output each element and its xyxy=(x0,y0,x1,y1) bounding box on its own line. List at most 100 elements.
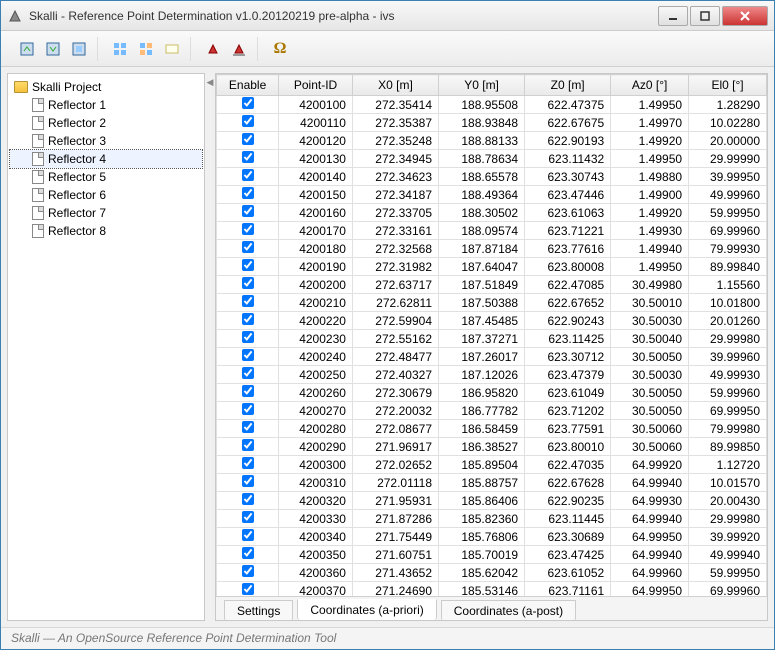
table-row[interactable]: 4200340271.75449185.76806623.3068964.999… xyxy=(217,528,767,546)
enable-checkbox[interactable] xyxy=(242,583,254,595)
table-row[interactable]: 4200220272.59904187.45485622.9024330.500… xyxy=(217,312,767,330)
enable-checkbox[interactable] xyxy=(242,529,254,541)
table-row[interactable]: 4200170272.33161188.09574623.712211.4993… xyxy=(217,222,767,240)
table-row[interactable]: 4200290271.96917186.38527623.8001030.500… xyxy=(217,438,767,456)
enable-checkbox[interactable] xyxy=(242,331,254,343)
table-row[interactable]: 4200130272.34945188.78634623.114321.4995… xyxy=(217,150,767,168)
enable-checkbox[interactable] xyxy=(242,133,254,145)
enable-checkbox[interactable] xyxy=(242,241,254,253)
toolbar-btn-2[interactable] xyxy=(41,37,65,61)
close-button[interactable] xyxy=(722,6,768,26)
omega-button[interactable]: Ω xyxy=(268,37,292,61)
tree-item-reflector[interactable]: Reflector 8 xyxy=(10,222,202,240)
column-header[interactable]: El0 [°] xyxy=(689,75,767,96)
table-row[interactable]: 4200160272.33705188.30502623.610631.4992… xyxy=(217,204,767,222)
table-row[interactable]: 4200190272.31982187.64047623.800081.4995… xyxy=(217,258,767,276)
cell-x: 272.63717 xyxy=(352,276,438,294)
enable-checkbox[interactable] xyxy=(242,439,254,451)
tab[interactable]: Settings xyxy=(224,600,293,621)
toolbar-btn-8[interactable] xyxy=(227,37,251,61)
enable-checkbox[interactable] xyxy=(242,223,254,235)
column-header[interactable]: Y0 [m] xyxy=(439,75,525,96)
column-header[interactable]: Enable xyxy=(217,75,279,96)
table-row[interactable]: 4200250272.40327187.12026623.4737930.500… xyxy=(217,366,767,384)
column-header[interactable]: X0 [m] xyxy=(352,75,438,96)
tree-item-reflector[interactable]: Reflector 2 xyxy=(10,114,202,132)
enable-checkbox[interactable] xyxy=(242,367,254,379)
column-header[interactable]: Az0 [°] xyxy=(611,75,689,96)
table-row[interactable]: 4200300272.02652185.89504622.4703564.999… xyxy=(217,456,767,474)
enable-checkbox[interactable] xyxy=(242,97,254,109)
table-row[interactable]: 4200350271.60751185.70019623.4742564.999… xyxy=(217,546,767,564)
enable-checkbox[interactable] xyxy=(242,115,254,127)
enable-checkbox[interactable] xyxy=(242,277,254,289)
table-row[interactable]: 4200330271.87286185.82360623.1144564.999… xyxy=(217,510,767,528)
table-row[interactable]: 4200310272.01118185.88757622.6762864.999… xyxy=(217,474,767,492)
table-row[interactable]: 4200110272.35387188.93848622.676751.4997… xyxy=(217,114,767,132)
tree-root[interactable]: Skalli Project xyxy=(10,78,202,96)
enable-checkbox[interactable] xyxy=(242,295,254,307)
enable-checkbox[interactable] xyxy=(242,547,254,559)
enable-checkbox[interactable] xyxy=(242,457,254,469)
enable-checkbox[interactable] xyxy=(242,151,254,163)
table-row[interactable]: 4200360271.43652185.62042623.6105264.999… xyxy=(217,564,767,582)
enable-checkbox[interactable] xyxy=(242,169,254,181)
enable-checkbox[interactable] xyxy=(242,511,254,523)
cell-id: 4200190 xyxy=(279,258,353,276)
table-scroll[interactable]: EnablePoint-IDX0 [m]Y0 [m]Z0 [m]Az0 [°]E… xyxy=(216,74,767,596)
maximize-button[interactable] xyxy=(690,6,720,26)
enable-checkbox[interactable] xyxy=(242,493,254,505)
cell-y: 186.77782 xyxy=(439,402,525,420)
enable-checkbox[interactable] xyxy=(242,475,254,487)
enable-checkbox[interactable] xyxy=(242,259,254,271)
tree-item-label: Reflector 2 xyxy=(48,116,106,130)
table-row[interactable]: 4200260272.30679186.95820623.6104930.500… xyxy=(217,384,767,402)
table-row[interactable]: 4200370271.24690185.53146623.7116164.999… xyxy=(217,582,767,597)
minimize-button[interactable] xyxy=(658,6,688,26)
enable-checkbox[interactable] xyxy=(242,421,254,433)
enable-checkbox[interactable] xyxy=(242,205,254,217)
toolbar-btn-5[interactable] xyxy=(134,37,158,61)
tree-item-reflector[interactable]: Reflector 5 xyxy=(10,168,202,186)
column-header[interactable]: Point-ID xyxy=(279,75,353,96)
tree-item-reflector[interactable]: Reflector 1 xyxy=(10,96,202,114)
splitter[interactable]: ◀ xyxy=(207,73,213,621)
toolbar-btn-4[interactable] xyxy=(108,37,132,61)
table-row[interactable]: 4200270272.20032186.77782623.7120230.500… xyxy=(217,402,767,420)
tab[interactable]: Coordinates (a-post) xyxy=(441,600,576,621)
enable-checkbox[interactable] xyxy=(242,565,254,577)
cell-y: 188.93848 xyxy=(439,114,525,132)
toolbar-btn-7[interactable] xyxy=(201,37,225,61)
column-header[interactable]: Z0 [m] xyxy=(525,75,611,96)
enable-checkbox[interactable] xyxy=(242,385,254,397)
cell-az: 30.50050 xyxy=(611,384,689,402)
table-row[interactable]: 4200240272.48477187.26017623.3071230.500… xyxy=(217,348,767,366)
tree-item-reflector[interactable]: Reflector 3 xyxy=(10,132,202,150)
toolbar-btn-6[interactable] xyxy=(160,37,184,61)
enable-checkbox[interactable] xyxy=(242,403,254,415)
project-tree[interactable]: Skalli Project Reflector 1 Reflector 2 Ref… xyxy=(7,73,205,621)
enable-checkbox[interactable] xyxy=(242,349,254,361)
table-row[interactable]: 4200320271.95931185.86406622.9023564.999… xyxy=(217,492,767,510)
enable-checkbox[interactable] xyxy=(242,313,254,325)
coordinates-table: EnablePoint-IDX0 [m]Y0 [m]Z0 [m]Az0 [°]E… xyxy=(216,74,767,596)
tree-item-reflector[interactable]: Reflector 7 xyxy=(10,204,202,222)
toolbar-btn-3[interactable] xyxy=(67,37,91,61)
table-row[interactable]: 4200120272.35248188.88133622.901931.4992… xyxy=(217,132,767,150)
toolbar: Ω xyxy=(1,31,774,67)
table-row[interactable]: 4200180272.32568187.87184623.776161.4994… xyxy=(217,240,767,258)
table-row[interactable]: 4200140272.34623188.65578623.307431.4988… xyxy=(217,168,767,186)
titlebar[interactable]: Skalli - Reference Point Determination v… xyxy=(1,1,774,31)
tree-item-reflector[interactable]: Reflector 6 xyxy=(10,186,202,204)
table-row[interactable]: 4200150272.34187188.49364623.474461.4990… xyxy=(217,186,767,204)
enable-checkbox[interactable] xyxy=(242,187,254,199)
tab[interactable]: Coordinates (a-priori) xyxy=(297,599,436,620)
table-row[interactable]: 4200280272.08677186.58459623.7759130.500… xyxy=(217,420,767,438)
cell-id: 4200260 xyxy=(279,384,353,402)
table-row[interactable]: 4200210272.62811187.50388622.6765230.500… xyxy=(217,294,767,312)
table-row[interactable]: 4200200272.63717187.51849622.4708530.499… xyxy=(217,276,767,294)
table-row[interactable]: 4200100272.35414188.95508622.473751.4995… xyxy=(217,96,767,114)
tree-item-reflector[interactable]: Reflector 4 xyxy=(10,150,202,168)
toolbar-btn-1[interactable] xyxy=(15,37,39,61)
table-row[interactable]: 4200230272.55162187.37271623.1142530.500… xyxy=(217,330,767,348)
